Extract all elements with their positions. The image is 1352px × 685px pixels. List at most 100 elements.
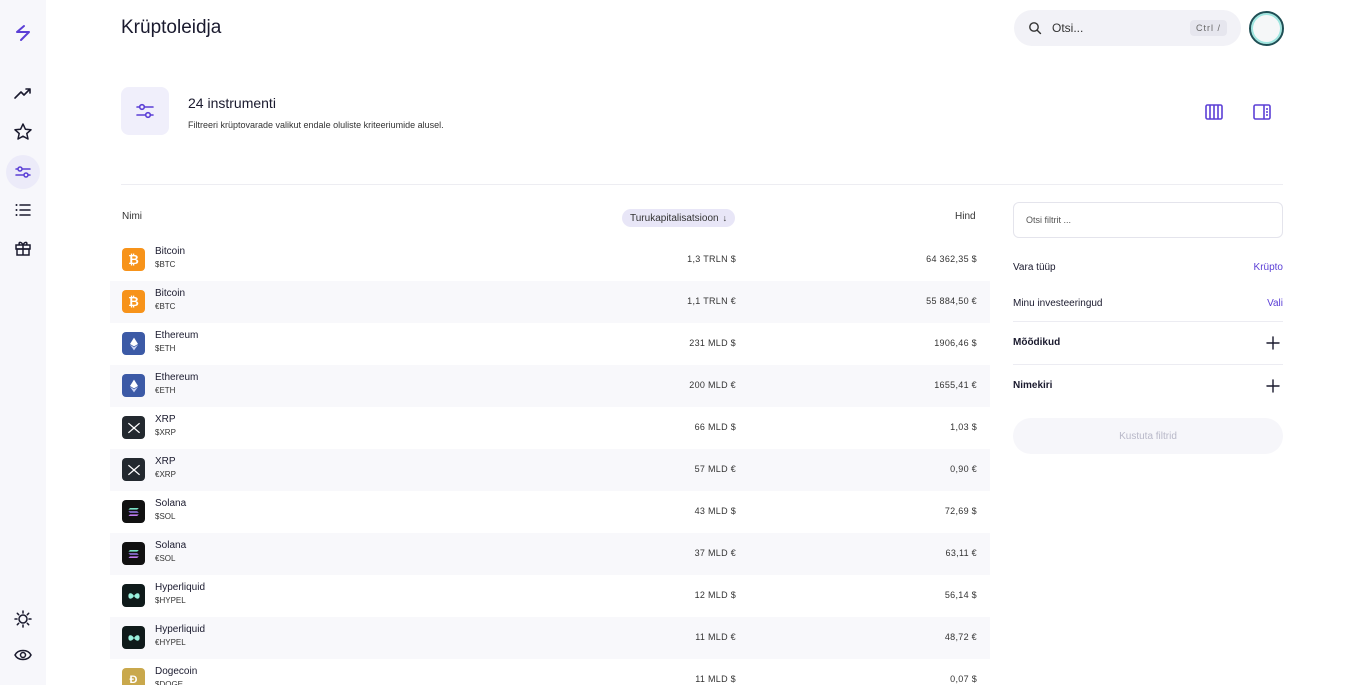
page-title: Krüptoleidja xyxy=(121,17,222,38)
plus-icon[interactable] xyxy=(1266,336,1280,350)
clear-filters-button[interactable]: Kustuta filtrid xyxy=(1013,418,1283,454)
coin-name: Bitcoin xyxy=(155,288,186,299)
price-value: 1,03 $ xyxy=(950,422,977,432)
table-row[interactable]: ₿ Bitcoin €BTC 1,1 TRLN € 55 884,50 € xyxy=(110,281,990,323)
table-row[interactable]: XRP $XRP 66 MLD $ 1,03 $ xyxy=(110,407,990,449)
search-bar[interactable]: Otsi... Ctrl / xyxy=(1014,10,1241,46)
sidebar xyxy=(0,0,46,685)
sort-arrow-icon: ↓ xyxy=(722,213,728,223)
gift-icon[interactable] xyxy=(6,231,40,265)
price-value: 63,11 € xyxy=(945,548,977,558)
bitcoin-icon: ₿ xyxy=(122,290,145,313)
coin-ticker: €ETH xyxy=(155,386,176,395)
divider xyxy=(1013,364,1283,365)
coin-name: Hyperliquid xyxy=(155,582,206,593)
table-row[interactable]: XRP €XRP 57 MLD € 0,90 € xyxy=(110,449,990,491)
coin-name: Solana xyxy=(155,498,187,509)
market-cap-value: 11 MLD € xyxy=(695,632,736,642)
column-header-name[interactable]: Nimi xyxy=(122,211,142,222)
asset-type-value[interactable]: Krüpto xyxy=(1254,262,1283,273)
table-row[interactable]: Solana $SOL 43 MLD $ 72,69 $ xyxy=(110,491,990,533)
market-cap-value: 1,3 TRLN $ xyxy=(687,254,736,264)
table-row[interactable]: Ð Dogecoin $DOGE 11 MLD $ 0,07 $ xyxy=(110,659,990,685)
list-icon[interactable] xyxy=(6,193,40,227)
search-input[interactable]: Otsi... xyxy=(1052,21,1190,35)
filter-search-input[interactable] xyxy=(1013,202,1283,238)
coin-ticker: €SOL xyxy=(155,554,176,563)
market-cap-value: 11 MLD $ xyxy=(695,674,736,684)
price-value: 55 884,50 € xyxy=(926,296,977,306)
xrp-icon xyxy=(122,416,145,439)
coin-name: Hyperliquid xyxy=(155,624,206,635)
list-section-label[interactable]: Nimekiri xyxy=(1013,380,1052,391)
bitcoin-icon: ₿ xyxy=(122,248,145,271)
market-cap-label: Turukapitalisatsioon xyxy=(630,212,719,224)
search-shortcut-badge: Ctrl / xyxy=(1190,20,1227,36)
market-cap-value: 200 MLD € xyxy=(689,380,736,390)
market-cap-value: 12 MLD $ xyxy=(694,590,736,600)
solana-icon xyxy=(122,542,145,565)
star-icon[interactable] xyxy=(6,115,40,149)
price-value: 0,90 € xyxy=(950,464,977,474)
filter-badge xyxy=(121,87,169,135)
table-row[interactable]: Hyperliquid $HYPEL 12 MLD $ 56,14 $ xyxy=(110,575,990,617)
price-value: 72,69 $ xyxy=(944,506,977,516)
market-cap-value: 37 MLD € xyxy=(694,548,736,558)
coin-ticker: €XRP xyxy=(155,470,176,479)
divider xyxy=(1013,321,1283,322)
logo-icon[interactable] xyxy=(6,16,40,50)
market-cap-value: 43 MLD $ xyxy=(694,506,736,516)
plus-icon[interactable] xyxy=(1266,379,1280,393)
coin-ticker: $DOGE xyxy=(155,680,184,685)
column-header-market-cap[interactable]: Turukapitalisatsioon ↓ xyxy=(622,209,736,227)
table-row[interactable]: Hyperliquid €HYPEL 11 MLD € 48,72 € xyxy=(110,617,990,659)
coin-name: Solana xyxy=(155,540,187,551)
coin-name: Dogecoin xyxy=(155,666,198,677)
coin-ticker: $SOL xyxy=(155,512,176,521)
table-row[interactable]: Ethereum €ETH 200 MLD € 1655,41 € xyxy=(110,365,990,407)
table-row[interactable]: Solana €SOL 37 MLD € 63,11 € xyxy=(110,533,990,575)
sun-icon[interactable] xyxy=(6,602,40,636)
column-header-price[interactable]: Hind xyxy=(955,211,976,222)
ethereum-icon xyxy=(122,374,145,397)
dogecoin-icon: Ð xyxy=(122,668,145,685)
xrp-icon xyxy=(122,458,145,481)
coin-name: Ethereum xyxy=(155,330,199,341)
ethereum-icon xyxy=(122,332,145,355)
price-value: 1655,41 € xyxy=(934,380,977,390)
coin-name: XRP xyxy=(155,414,176,425)
hyperliquid-icon xyxy=(122,626,145,649)
table-row[interactable]: ₿ Bitcoin $BTC 1,3 TRLN $ 64 362,35 $ xyxy=(110,239,990,281)
my-investments-value[interactable]: Vali xyxy=(1267,298,1283,309)
side-panel-icon[interactable] xyxy=(1252,102,1272,122)
intro-description: Filtreeri krüptovarade valikut endale ol… xyxy=(188,120,444,130)
price-value: 0,07 $ xyxy=(950,674,977,684)
coin-ticker: $XRP xyxy=(155,428,176,437)
coin-ticker: $ETH xyxy=(155,344,176,353)
market-cap-value: 231 MLD $ xyxy=(689,338,736,348)
coin-ticker: $HYPEL xyxy=(155,596,186,605)
coin-name: Ethereum xyxy=(155,372,199,383)
market-cap-value: 66 MLD $ xyxy=(694,422,736,432)
divider xyxy=(121,184,1283,185)
hyperliquid-icon xyxy=(122,584,145,607)
price-value: 56,14 $ xyxy=(944,590,977,600)
eye-icon[interactable] xyxy=(6,638,40,672)
metrics-section-label[interactable]: Mõõdikud xyxy=(1013,337,1060,348)
sliders-icon[interactable] xyxy=(6,155,40,189)
price-value: 64 362,35 $ xyxy=(926,254,977,264)
coin-ticker: €BTC xyxy=(155,302,176,311)
search-icon xyxy=(1028,21,1042,35)
asset-type-label: Vara tüüp xyxy=(1013,262,1056,273)
market-cap-value: 57 MLD € xyxy=(694,464,736,474)
avatar[interactable] xyxy=(1249,11,1284,46)
my-investments-label: Minu investeeringud xyxy=(1013,298,1103,309)
instrument-count: 24 instrumenti xyxy=(188,95,276,111)
price-value: 48,72 € xyxy=(944,632,977,642)
coin-ticker: €HYPEL xyxy=(155,638,186,647)
trending-icon[interactable] xyxy=(6,77,40,111)
market-cap-value: 1,1 TRLN € xyxy=(687,296,736,306)
sliders-icon xyxy=(136,103,154,119)
columns-icon[interactable] xyxy=(1204,102,1224,122)
table-row[interactable]: Ethereum $ETH 231 MLD $ 1906,46 $ xyxy=(110,323,990,365)
